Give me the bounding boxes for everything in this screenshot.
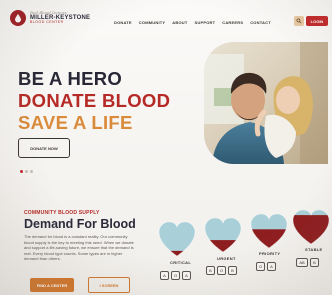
heart-icon: [204, 218, 242, 254]
supply-kicker: COMMUNITY BLOOD SUPPLY: [24, 210, 100, 216]
blood-type-pill[interactable]: O: [256, 262, 265, 271]
blood-type-pill[interactable]: B: [310, 258, 319, 267]
web-page: Red Blood Donors MILLER-KEYSTONE BLOOD C…: [0, 0, 332, 295]
hero-photo: [204, 42, 328, 164]
blood-type-pill[interactable]: B: [228, 266, 237, 275]
heart-fill-level: [159, 250, 195, 256]
blood-type-pill[interactable]: A: [182, 271, 191, 280]
nav-item-community[interactable]: COMMUNITY: [139, 20, 165, 25]
blood-type-pill[interactable]: O: [171, 271, 180, 280]
hero-headline-3: SAVE A LIFE: [18, 112, 133, 133]
heart-icon: [250, 214, 288, 250]
level-label-critical: CRITICAL: [170, 260, 192, 265]
level-label-urgent: URGENT: [217, 256, 236, 261]
slider-dot[interactable]: [20, 170, 23, 173]
slider-dot[interactable]: [25, 170, 28, 173]
logo-sub: BLOOD CENTER: [30, 20, 64, 25]
nav-item-support[interactable]: SUPPORT: [195, 20, 216, 25]
hero-headline-1: BE A HERO: [18, 68, 123, 89]
heart-icon: [292, 210, 330, 246]
slider-dot[interactable]: [30, 170, 33, 173]
supply-title: Demand For Blood: [24, 217, 136, 231]
nav-item-donate[interactable]: DONATE: [114, 20, 132, 25]
blood-type-pill[interactable]: B: [206, 266, 215, 275]
level-label-priority: PRIORITY: [259, 251, 281, 256]
blood-type-pill[interactable]: A: [160, 271, 169, 280]
blood-type-pill[interactable]: O: [217, 266, 226, 275]
login-button[interactable]: LOGIN: [306, 16, 328, 26]
search-button[interactable]: [294, 16, 304, 26]
blood-drop-icon: [10, 10, 26, 26]
nav-item-contact[interactable]: CONTACT: [250, 20, 271, 25]
donate-now-button[interactable]: DONATE NOW: [18, 138, 70, 158]
heart-icon: [158, 222, 196, 258]
slider-dots: [20, 170, 33, 173]
nav-item-careers[interactable]: CAREERS: [222, 20, 243, 25]
find-center-button[interactable]: FIND A CENTER: [30, 278, 74, 292]
site-logo[interactable]: Red Blood Donors MILLER-KEYSTONE BLOOD C…: [10, 10, 90, 26]
nav-item-about[interactable]: ABOUT: [172, 20, 187, 25]
level-label-stable: STABLE: [305, 247, 323, 252]
hero-headline-2: DONATE BLOOD: [18, 90, 171, 111]
main-nav: DONATE COMMUNITY ABOUT SUPPORT CAREERS C…: [114, 20, 271, 25]
supply-description: The demand for blood is a constant reali…: [24, 234, 134, 262]
blood-type-pill[interactable]: A: [267, 262, 276, 271]
blood-type-pill[interactable]: AB: [296, 258, 308, 267]
screen-button[interactable]: I SCREEN: [88, 277, 130, 293]
heart-fill-level: [251, 229, 287, 248]
heart-fill-level: [293, 215, 329, 244]
search-icon: [296, 18, 302, 24]
